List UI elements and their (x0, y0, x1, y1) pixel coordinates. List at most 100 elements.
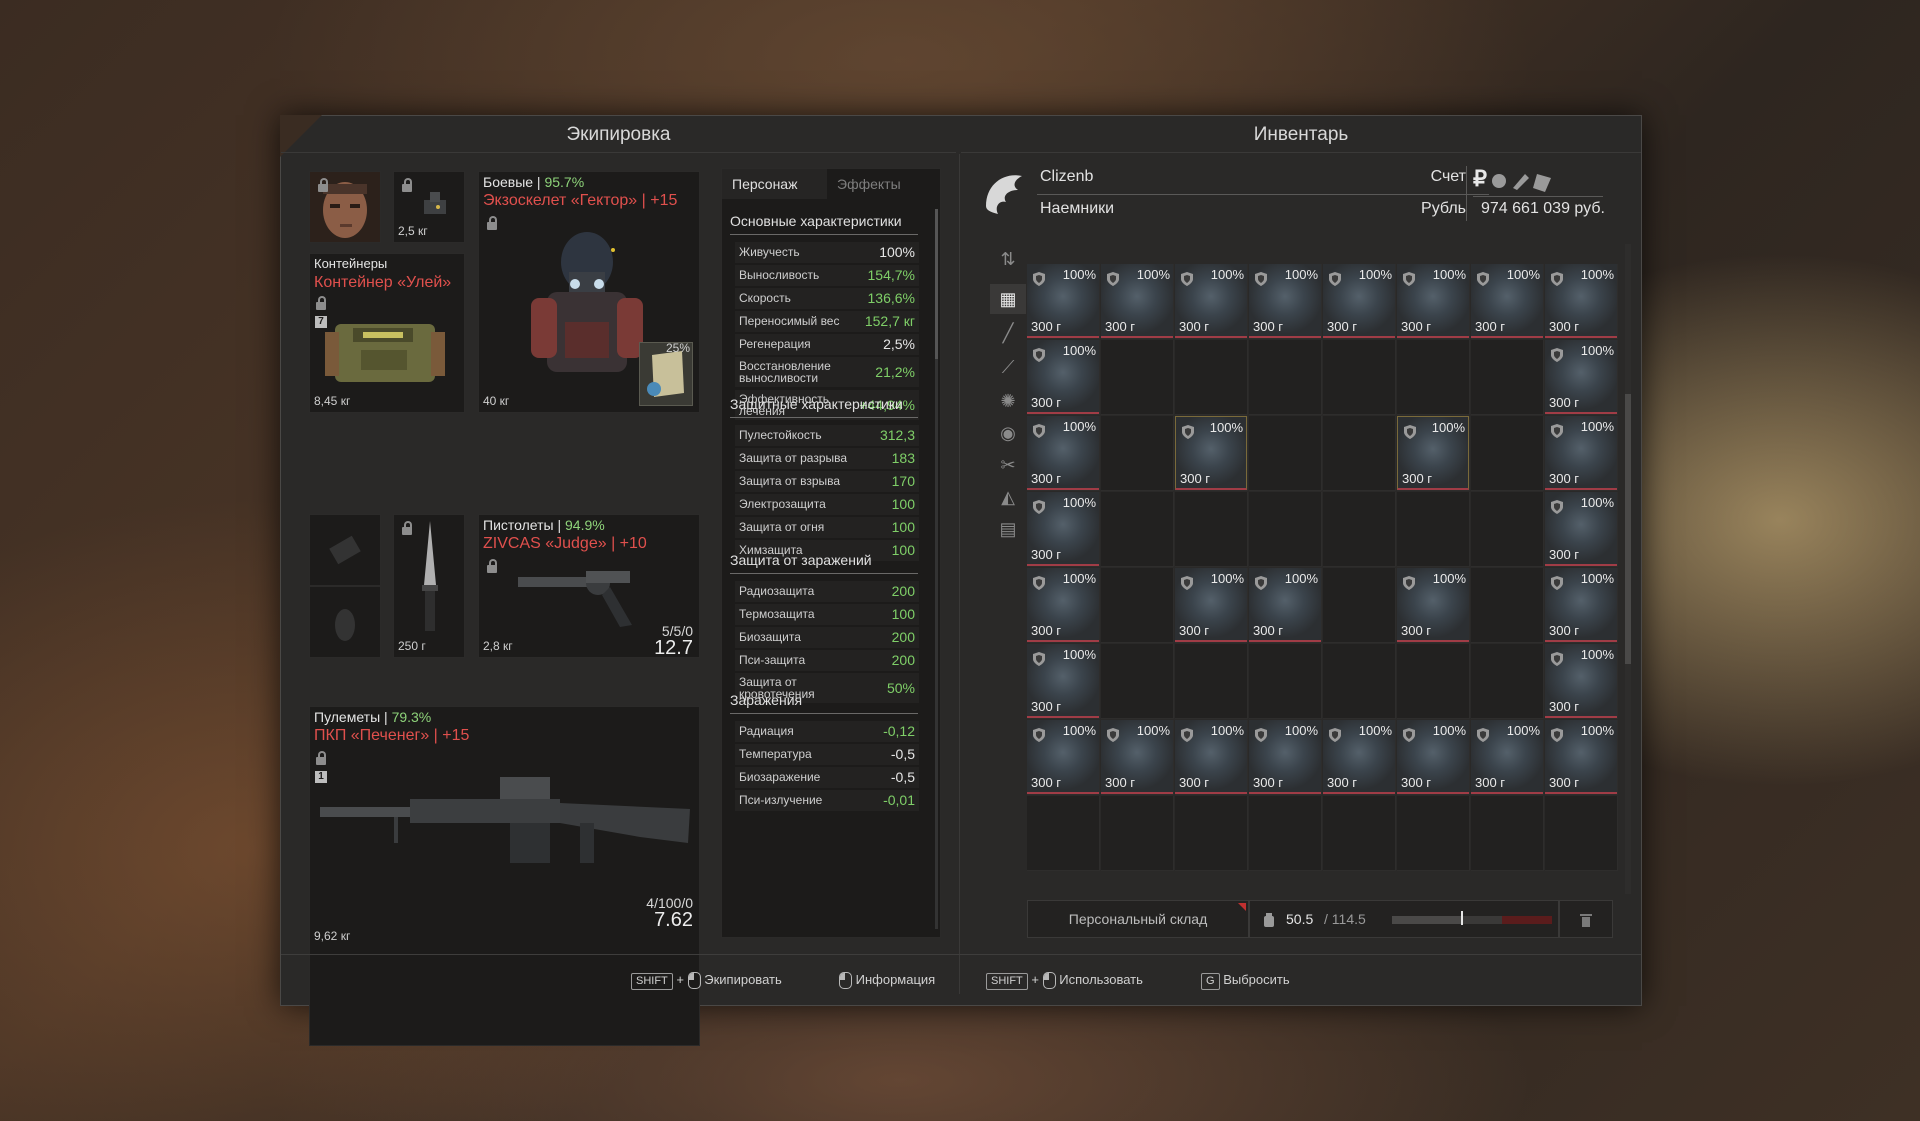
inventory-item[interactable]: 100% 300 г (1027, 340, 1099, 414)
inventory-item[interactable]: 100% 300 г (1545, 416, 1617, 490)
grid-slot[interactable] (1323, 796, 1396, 871)
inventory-scrollbar[interactable] (1625, 244, 1631, 894)
inventory-item[interactable]: 100% 300 г (1471, 720, 1543, 794)
inventory-item[interactable]: 100% 300 г (1249, 264, 1321, 338)
grid-slot[interactable] (1397, 340, 1470, 415)
misc-icon[interactable]: ◭ (990, 482, 1026, 512)
stats-scrollbar[interactable] (935, 209, 938, 929)
inventory-item[interactable]: 100% 300 г (1545, 720, 1617, 794)
grid-slot[interactable] (1471, 340, 1544, 415)
inventory-item[interactable]: 100% 300 г (1249, 720, 1321, 794)
lock-icon (402, 178, 412, 192)
quick-slot-2[interactable] (309, 586, 381, 658)
grid-slot[interactable] (1545, 796, 1618, 871)
shift-key: SHIFT (986, 973, 1028, 990)
tools-icon[interactable]: ✂ (990, 450, 1026, 480)
box-icon[interactable]: ▤ (990, 514, 1026, 544)
quick-slot-1[interactable] (309, 514, 381, 586)
grid-slot[interactable] (1471, 644, 1544, 719)
grid-slot[interactable] (1471, 492, 1544, 567)
inventory-item[interactable]: 100% 300 г (1249, 568, 1321, 642)
item-weight: 300 г (1031, 699, 1062, 714)
grid-slot[interactable] (1397, 492, 1470, 567)
inventory-item[interactable]: 100% 300 г (1027, 568, 1099, 642)
grid-slot[interactable] (1249, 796, 1322, 871)
inventory-item[interactable]: 100% 300 г (1397, 720, 1469, 794)
inventory-item[interactable]: 100% 300 г (1397, 264, 1469, 338)
device-slot[interactable]: 2,5 кг (393, 171, 465, 243)
inventory-item[interactable]: 100% 300 г (1323, 264, 1395, 338)
grid-slot[interactable] (1471, 568, 1544, 643)
grid-slot[interactable] (1101, 568, 1174, 643)
tab-effects[interactable]: Эффекты (827, 169, 940, 199)
grid-slot[interactable] (1397, 644, 1470, 719)
grid-slot[interactable] (1101, 796, 1174, 871)
face-slot[interactable] (309, 171, 381, 243)
inventory-item[interactable]: 100% 300 г (1101, 264, 1173, 338)
pistol-slot[interactable]: Пистолеты | 94.9% ZIVCAS «Judge» | +10 5… (478, 514, 700, 659)
grid-slot[interactable] (1323, 644, 1396, 719)
item-weight: 300 г (1105, 319, 1136, 334)
grid-icon[interactable]: ▦ (990, 284, 1026, 314)
grid-slot[interactable] (1175, 492, 1248, 567)
grid-slot[interactable] (1249, 644, 1322, 719)
ruble-icon[interactable]: ₽ (1473, 166, 1487, 192)
grid-slot[interactable] (1397, 796, 1470, 871)
inventory-item[interactable]: 100% 300 г (1545, 264, 1617, 338)
trash-button[interactable] (1559, 900, 1613, 938)
grid-slot[interactable] (1323, 492, 1396, 567)
inventory-item[interactable]: 100% 300 г (1027, 264, 1099, 338)
grid-slot[interactable] (1101, 644, 1174, 719)
inventory-item[interactable]: 100% 300 г (1471, 264, 1543, 338)
inventory-item[interactable]: 100% 300 г (1545, 644, 1617, 718)
inventory-item[interactable]: 100% 300 г (1323, 720, 1395, 794)
item-percent: 100% (1506, 723, 1540, 738)
mg-weight: 9,62 кг (314, 929, 351, 943)
inventory-item[interactable]: 100% 300 г (1545, 340, 1617, 414)
grid-slot[interactable] (1323, 568, 1396, 643)
grid-slot[interactable] (1471, 796, 1544, 871)
armor-slot[interactable]: Боевые | 95.7% Экзоскелет «Гектор» | +15… (478, 171, 700, 413)
container-slot[interactable]: Контейнеры Контейнер «Улей» 7 8,45 кг (309, 253, 465, 413)
inventory-item[interactable]: 100% 300 г (1397, 416, 1469, 490)
grid-slot[interactable] (1471, 416, 1544, 491)
inventory-item[interactable]: 100% 300 г (1175, 720, 1247, 794)
sort-icon[interactable]: ⇅ (990, 244, 1026, 274)
inventory-item[interactable]: 100% 300 г (1175, 416, 1247, 490)
rifle-icon[interactable]: ╱ (990, 318, 1026, 348)
armor-icon[interactable]: ✺ (990, 386, 1026, 416)
knife-icon[interactable]: ⟋ (990, 352, 1026, 382)
inventory-item[interactable]: 100% 300 г (1545, 492, 1617, 566)
grid-slot[interactable] (1101, 340, 1174, 415)
use-label: Использовать (1059, 972, 1143, 987)
grid-slot[interactable] (1249, 340, 1322, 415)
inventory-item[interactable]: 100% 300 г (1175, 568, 1247, 642)
inventory-item[interactable]: 100% 300 г (1027, 644, 1099, 718)
grid-slot[interactable] (1175, 644, 1248, 719)
grid-slot[interactable] (1027, 796, 1100, 871)
inventory-item[interactable]: 100% 300 г (1027, 720, 1099, 794)
armor-plate-slot[interactable]: 25% (639, 341, 693, 406)
knife-slot[interactable]: 250 г (393, 514, 465, 658)
grid-slot[interactable] (1249, 492, 1322, 567)
grid-slot[interactable] (1249, 416, 1322, 491)
grid-slot[interactable] (1101, 416, 1174, 491)
grid-slot[interactable] (1323, 340, 1396, 415)
grid-slot[interactable] (1101, 492, 1174, 567)
inventory-item[interactable]: 100% 300 г (1545, 568, 1617, 642)
primary-weapon-slot[interactable]: Пулеметы | 79.3% ПКП «Печенег» | +15 1 4… (309, 706, 700, 1046)
inventory-item[interactable]: 100% 300 г (1027, 416, 1099, 490)
device-icon[interactable]: ◉ (990, 418, 1026, 448)
inventory-item[interactable]: 100% 300 г (1397, 568, 1469, 642)
shield-icon (1403, 576, 1415, 590)
inventory-item[interactable]: 100% 300 г (1175, 264, 1247, 338)
grid-slot[interactable] (1323, 416, 1396, 491)
stat-row: Электрозащита 100 (735, 494, 919, 515)
grid-slot[interactable] (1175, 796, 1248, 871)
balance-divider (1473, 196, 1603, 197)
inventory-item[interactable]: 100% 300 г (1101, 720, 1173, 794)
inventory-item[interactable]: 100% 300 г (1027, 492, 1099, 566)
personal-storage-button[interactable]: Персональный склад (1027, 900, 1249, 938)
grid-slot[interactable] (1175, 340, 1248, 415)
tab-character[interactable]: Персонаж (722, 169, 827, 199)
